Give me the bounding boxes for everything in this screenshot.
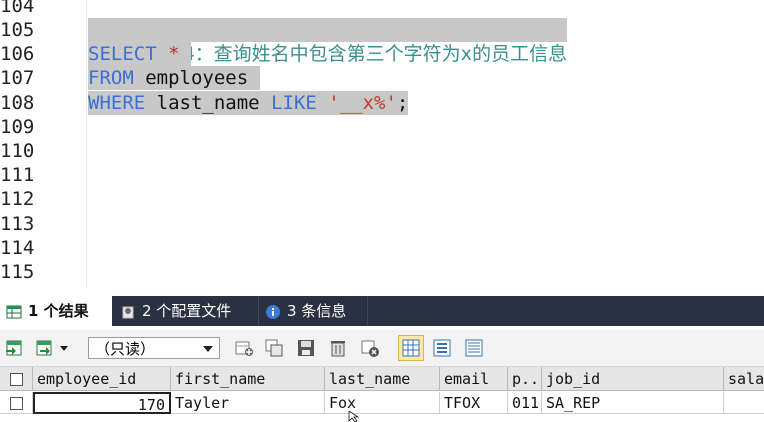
result-grid: employee_id first_name last_name email p… <box>0 367 764 422</box>
column-header[interactable]: email <box>440 367 508 391</box>
line-number: 115 <box>0 261 35 283</box>
row-select-cell[interactable] <box>0 392 33 414</box>
chevron-down-icon <box>203 346 213 352</box>
table-cell[interactable]: Tayler <box>171 392 325 414</box>
keyword-like: LIKE <box>271 92 317 114</box>
mouse-cursor-icon <box>348 411 360 422</box>
save-icon[interactable] <box>296 338 316 358</box>
column-header[interactable]: job_id <box>542 367 724 391</box>
line-number: 110 <box>0 140 35 162</box>
grid-view-icon <box>402 339 420 357</box>
line-number: 106 <box>0 43 35 65</box>
code-line-from[interactable]: FROM employees <box>88 66 260 90</box>
line-number: 104 <box>0 0 35 17</box>
tab-label: 2 个配置文件 <box>142 302 232 320</box>
line-number-gutter: 104 105 106 107 108 109 110 111 112 113 … <box>0 0 87 288</box>
form-view-icon[interactable] <box>432 338 452 358</box>
result-toolbar: （只读） <box>0 330 764 367</box>
info-icon <box>266 304 280 319</box>
line-number: 107 <box>0 67 35 89</box>
column-header[interactable]: last_name <box>325 367 440 391</box>
line-number: 111 <box>0 164 35 186</box>
line-number: 112 <box>0 188 35 210</box>
keyword-from: FROM <box>88 67 134 89</box>
dropdown-icon[interactable] <box>58 338 70 358</box>
row-checkbox[interactable] <box>10 397 23 410</box>
tab-profiles[interactable]: 2 个配置文件 <box>114 296 254 326</box>
copy-row-icon[interactable] <box>264 338 284 358</box>
line-number: 109 <box>0 116 35 138</box>
readonly-mode-select[interactable]: （只读） <box>88 337 220 359</box>
profile-icon <box>122 306 134 318</box>
sql-editor[interactable]: 104 105 106 107 108 109 110 111 112 113 … <box>0 0 764 288</box>
cancel-icon[interactable] <box>360 338 380 358</box>
like-pattern-string: '__x%' <box>328 92 397 114</box>
table-cell[interactable] <box>724 392 764 414</box>
keyword-where: WHERE <box>88 92 146 114</box>
add-row-icon[interactable] <box>234 338 254 358</box>
export-icon[interactable] <box>4 338 24 358</box>
code-line-comment[interactable]: #案例4：查询姓名中包含第三个字符为x的员工信息 <box>88 18 568 65</box>
select-star: * <box>168 43 180 65</box>
column-name: last_name <box>156 92 260 114</box>
line-number: 113 <box>0 213 35 235</box>
line-number: 114 <box>0 237 35 259</box>
delete-icon[interactable] <box>328 338 348 358</box>
line-number: 105 <box>0 19 35 41</box>
tab-label: 3 条信息 <box>287 302 347 320</box>
column-header[interactable]: sala <box>724 367 764 391</box>
grid-view-button[interactable] <box>398 335 424 361</box>
result-tab-bar: 1 个结果 2 个配置文件 3 条信息 <box>0 296 764 326</box>
tab-messages[interactable]: 3 条信息 <box>258 296 368 326</box>
code-line-select[interactable]: SELECT * <box>88 42 191 66</box>
table-cell[interactable]: SA_REP <box>542 392 724 414</box>
tab-results[interactable]: 1 个结果 <box>0 296 112 326</box>
readonly-select-value: （只读） <box>95 340 156 358</box>
header-select-all[interactable] <box>0 367 33 391</box>
tab-label: 1 个结果 <box>28 302 89 320</box>
column-header[interactable]: employee_id <box>33 367 171 391</box>
keyword-select: SELECT <box>88 43 157 65</box>
table-cell[interactable]: Fox <box>325 392 440 414</box>
semicolon: ; <box>396 92 409 114</box>
table-cell[interactable]: TFOX <box>440 392 508 414</box>
text-view-icon[interactable] <box>464 338 484 358</box>
table-result-icon <box>6 305 22 318</box>
import-icon[interactable] <box>34 338 54 358</box>
column-header[interactable]: first_name <box>171 367 325 391</box>
sql-comment: #案例4：查询姓名中包含第三个字符为x的员工信息 <box>133 43 568 65</box>
table-name: employees <box>145 67 249 89</box>
table-cell[interactable]: 170 <box>33 392 171 414</box>
table-cell[interactable]: 011 <box>508 392 542 414</box>
column-header[interactable]: p.. <box>508 367 542 391</box>
line-number: 108 <box>0 92 35 114</box>
select-all-checkbox[interactable] <box>10 373 23 386</box>
code-line-where[interactable]: WHERE last_name LIKE '__x%'; <box>88 91 409 115</box>
